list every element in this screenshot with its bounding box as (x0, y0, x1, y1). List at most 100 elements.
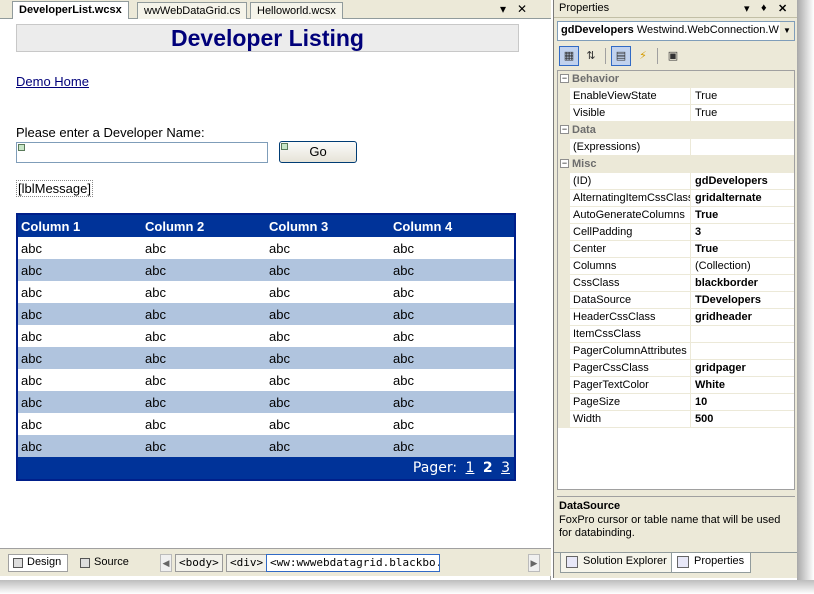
property-row[interactable]: PageSize 10 (558, 394, 794, 411)
property-row[interactable]: Columns (Collection) (558, 258, 794, 275)
property-name: AutoGenerateColumns (570, 207, 691, 224)
property-value[interactable]: White (692, 377, 794, 394)
message-label[interactable]: [lblMessage] (16, 180, 93, 197)
properties-view-icon[interactable]: ▤ (611, 46, 631, 66)
property-name: CellPadding (570, 224, 691, 241)
properties-title-text: Properties (559, 2, 610, 14)
property-value[interactable] (692, 343, 794, 360)
pager-page-1-link[interactable]: 1 (466, 460, 475, 476)
property-value[interactable]: 500 (692, 411, 794, 428)
pager-page-3-link[interactable]: 3 (501, 460, 510, 476)
chevron-down-icon[interactable]: ▾ (744, 2, 750, 15)
property-value[interactable]: gridalternate (692, 190, 794, 207)
property-category[interactable]: − Data (558, 122, 794, 139)
property-row[interactable]: PagerCssClass gridpager (558, 360, 794, 377)
property-value[interactable] (692, 326, 794, 343)
table-row: abc abc abc abc (18, 347, 514, 369)
table-cell: abc (142, 259, 266, 281)
developer-name-input[interactable] (16, 142, 268, 163)
scroll-left-icon[interactable]: ◀ (160, 554, 172, 572)
property-gutter (558, 241, 570, 258)
close-icon[interactable]: ✕ (517, 2, 527, 16)
property-pages-icon[interactable]: ▣ (663, 46, 683, 66)
close-icon[interactable]: ✕ (778, 2, 787, 15)
tab-developerlist[interactable]: DeveloperList.wcsx (12, 1, 129, 20)
property-value[interactable]: True (692, 105, 794, 122)
property-name: PagerColumnAttributes (570, 343, 691, 360)
object-type: Westwind.WebConnection.W (636, 24, 779, 36)
design-view-button[interactable]: Design (8, 554, 69, 572)
tab-properties[interactable]: Properties (671, 553, 752, 573)
table-cell: abc (266, 237, 390, 259)
events-lightning-icon[interactable]: ⚡ (633, 46, 653, 66)
table-cell: abc (142, 435, 266, 457)
table-cell: abc (390, 237, 514, 259)
property-category-name: Data (572, 124, 596, 136)
table-cell: abc (266, 325, 390, 347)
grid-header-row: Column 1 Column 2 Column 3 Column 4 (18, 215, 514, 237)
property-row[interactable]: EnableViewState True (558, 88, 794, 105)
table-row: abc abc abc abc (18, 369, 514, 391)
table-row: abc abc abc abc (18, 281, 514, 303)
tab-helloworld[interactable]: Helloworld.wcsx (250, 2, 343, 19)
property-row[interactable]: DataSource TDevelopers (558, 292, 794, 309)
table-cell: abc (390, 435, 514, 457)
collapse-icon[interactable]: − (560, 125, 569, 134)
tab-solution-explorer[interactable]: Solution Explorer (560, 553, 674, 573)
property-row[interactable]: Center True (558, 241, 794, 258)
property-value[interactable]: gridpager (692, 360, 794, 377)
property-row[interactable]: AutoGenerateColumns True (558, 207, 794, 224)
table-cell: abc (266, 413, 390, 435)
tab-wwwebdatagrid[interactable]: wwWebDataGrid.cs (137, 2, 248, 19)
demo-home-link[interactable]: Demo Home (16, 74, 89, 89)
property-row[interactable]: HeaderCssClass gridheader (558, 309, 794, 326)
property-name: ItemCssClass (570, 326, 691, 343)
property-value[interactable]: TDevelopers (692, 292, 794, 309)
alphabetical-icon[interactable]: ⇅ (581, 46, 601, 66)
property-value[interactable]: True (692, 241, 794, 258)
collapse-icon[interactable]: − (560, 74, 569, 83)
property-row[interactable]: PagerTextColor White (558, 377, 794, 394)
property-value[interactable]: 10 (692, 394, 794, 411)
categorized-icon[interactable]: ▦ (559, 46, 579, 66)
property-row[interactable]: Visible True (558, 105, 794, 122)
source-view-icon (80, 558, 90, 568)
property-row[interactable]: PagerColumnAttributes (558, 343, 794, 360)
collapse-icon[interactable]: − (560, 159, 569, 168)
property-value[interactable]: blackborder (692, 275, 794, 292)
pager-current-page: 2 (482, 460, 493, 476)
property-gutter (558, 105, 570, 122)
property-value[interactable]: gridheader (692, 309, 794, 326)
property-category[interactable]: − Misc (558, 156, 794, 173)
property-row[interactable]: Width 500 (558, 411, 794, 428)
property-row[interactable]: CssClass blackborder (558, 275, 794, 292)
go-button[interactable]: Go (279, 141, 357, 163)
property-value[interactable]: 3 (692, 224, 794, 241)
property-value[interactable]: (Collection) (692, 258, 794, 275)
scroll-right-icon[interactable]: ▶ (528, 554, 540, 572)
breadcrumb-body[interactable]: <body> (175, 554, 223, 572)
developer-datagrid[interactable]: Column 1 Column 2 Column 3 Column 4 abc a… (16, 213, 516, 481)
property-row[interactable]: CellPadding 3 (558, 224, 794, 241)
property-category[interactable]: − Behavior (558, 71, 794, 88)
property-gutter (558, 343, 570, 360)
table-cell: abc (266, 303, 390, 325)
table-row: abc abc abc abc (18, 303, 514, 325)
table-cell: abc (18, 281, 142, 303)
pin-icon[interactable]: ♦ (761, 2, 767, 14)
chevron-down-icon[interactable]: ▾ (500, 2, 506, 16)
property-value[interactable] (692, 139, 794, 156)
table-cell: abc (18, 435, 142, 457)
property-row[interactable]: (Expressions) (558, 139, 794, 156)
property-value[interactable]: True (692, 88, 794, 105)
source-view-button[interactable]: Source (75, 554, 136, 572)
property-value[interactable]: gdDevelopers (692, 173, 794, 190)
property-row[interactable]: (ID) gdDevelopers (558, 173, 794, 190)
object-selector[interactable]: gdDevelopers Westwind.WebConnection.W ▼ (557, 21, 795, 41)
property-row[interactable]: AlternatingItemCssClass gridalternate (558, 190, 794, 207)
breadcrumb-div[interactable]: <div> (226, 554, 268, 572)
breadcrumb-datagrid[interactable]: <ww:wwwebdatagrid.blackbo...> (266, 554, 440, 572)
property-value[interactable]: True (692, 207, 794, 224)
chevron-down-icon[interactable]: ▼ (780, 22, 794, 40)
property-row[interactable]: ItemCssClass (558, 326, 794, 343)
